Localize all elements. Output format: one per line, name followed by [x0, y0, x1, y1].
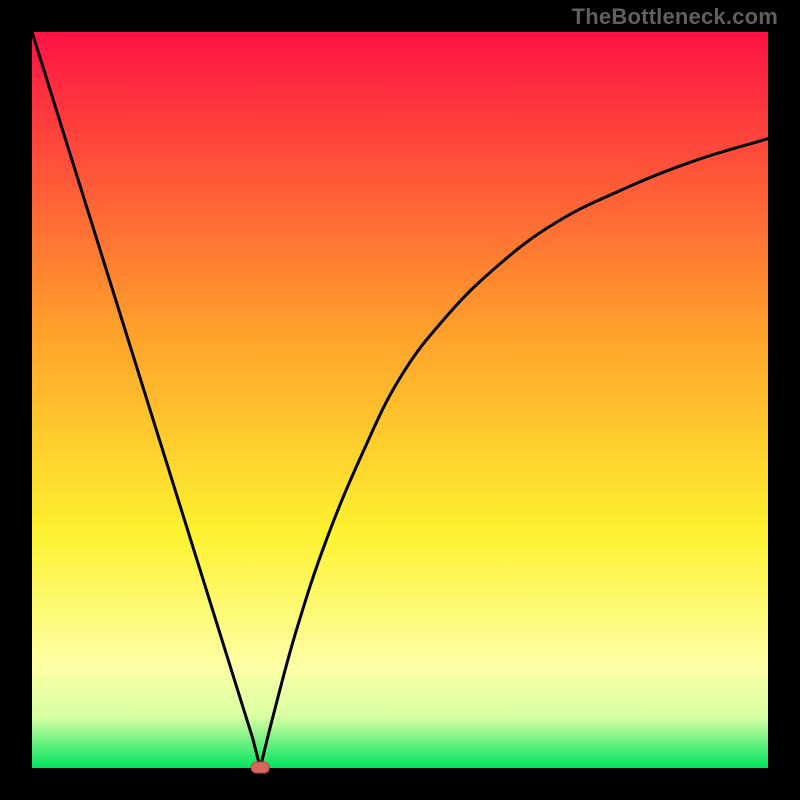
minimum-marker — [251, 762, 269, 773]
gradient-background — [32, 32, 768, 768]
bottleneck-chart — [0, 0, 800, 800]
chart-frame: TheBottleneck.com — [0, 0, 800, 800]
watermark-text: TheBottleneck.com — [572, 4, 778, 30]
